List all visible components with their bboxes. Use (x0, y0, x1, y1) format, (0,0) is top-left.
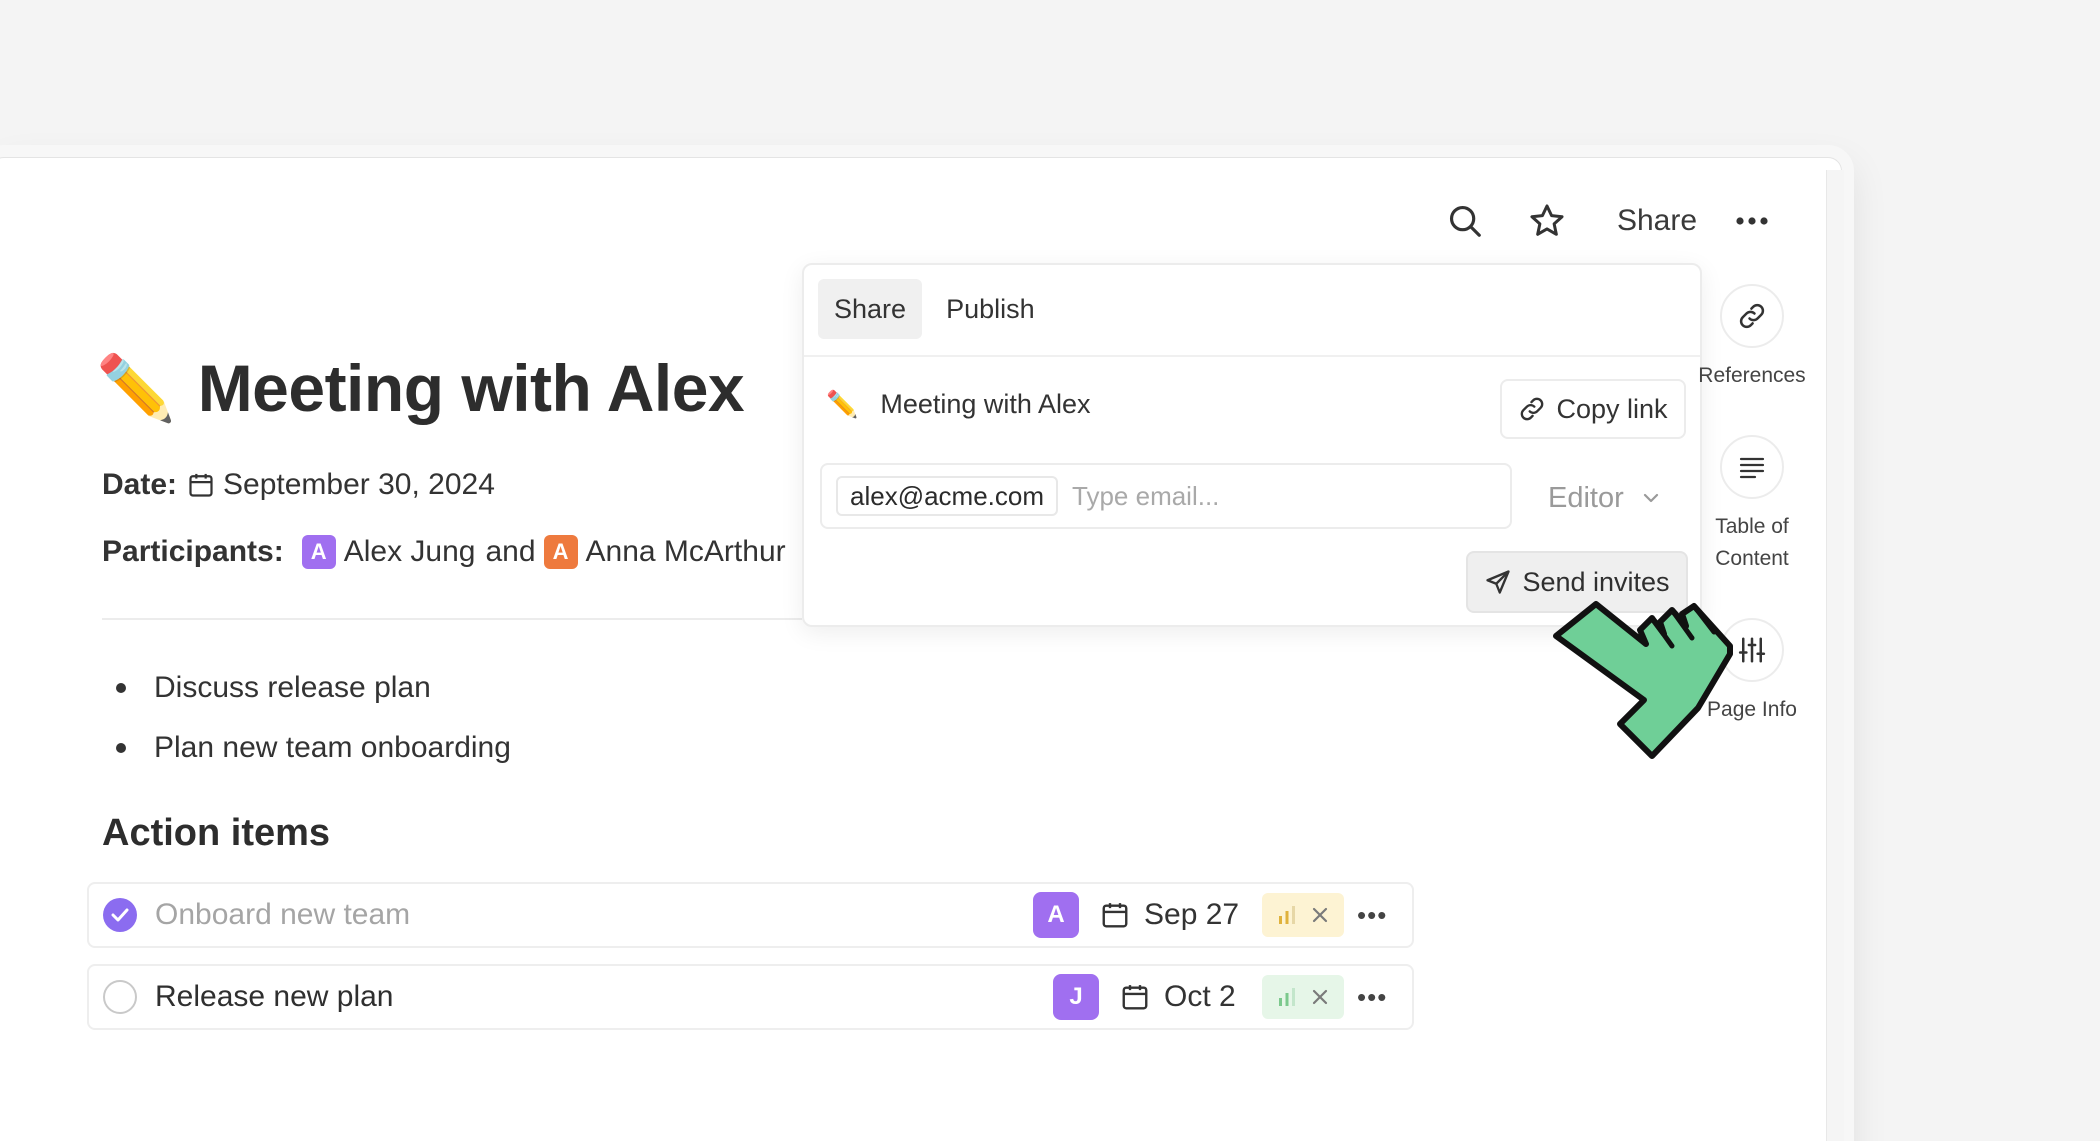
priority-bars-icon (1279, 988, 1295, 1006)
page-title: ✏️ Meeting with Alex (96, 350, 745, 426)
more-icon[interactable]: ••• (1357, 982, 1387, 1013)
chevron-down-icon (1643, 493, 1658, 503)
tab-share[interactable]: Share (818, 279, 923, 339)
avatar: A (543, 535, 578, 569)
page-info-label: Page Info (1707, 698, 1797, 721)
role-dropdown[interactable]: Editor (1548, 471, 1660, 525)
task-label[interactable]: Release new plan (155, 980, 394, 1014)
send-invites-label: Send invites (1522, 566, 1670, 597)
more-icon[interactable] (1727, 196, 1777, 246)
calendar-icon (1100, 900, 1130, 930)
link-icon (1521, 397, 1544, 421)
star-icon[interactable] (1522, 196, 1572, 246)
email-input[interactable] (1072, 480, 1493, 512)
checkbox-checked[interactable] (103, 898, 137, 932)
divider (102, 618, 802, 620)
tab-publish[interactable]: Publish (930, 279, 1051, 339)
participants-label: Participants: (102, 535, 284, 568)
search-icon[interactable] (1440, 196, 1490, 246)
priority-badge[interactable] (1262, 975, 1344, 1019)
more-icon[interactable]: ••• (1357, 900, 1387, 931)
priority-badge[interactable] (1262, 893, 1344, 937)
participant-name[interactable]: Alex Jung (344, 535, 476, 569)
references-button[interactable] (1720, 284, 1784, 348)
date-value[interactable]: September 30, 2024 (223, 468, 495, 502)
window-edge (1826, 170, 1844, 1141)
role-value: Editor (1548, 481, 1624, 514)
email-chip[interactable]: alex@acme.com (836, 476, 1059, 516)
calendar-icon (1120, 982, 1150, 1012)
table-of-content-label: Table of Content (1692, 511, 1812, 575)
share-button[interactable]: Share (1607, 196, 1707, 246)
link-icon (1739, 303, 1765, 329)
task-label[interactable]: Onboard new team (155, 898, 410, 932)
due-date[interactable]: Sep 27 (1144, 898, 1239, 932)
invite-email-field[interactable]: alex@acme.com (820, 463, 1512, 529)
calendar-icon (187, 471, 215, 499)
sliders-icon (1738, 637, 1766, 663)
popover-tabs: Share Publish (818, 279, 1051, 339)
pencil-emoji-icon: ✏️ (96, 352, 176, 424)
list-item[interactable]: Plan new team onboarding (112, 718, 511, 778)
close-icon[interactable] (1310, 987, 1330, 1007)
task-row[interactable]: Release new plan J Oct 2 ••• (87, 964, 1414, 1030)
shared-page-row: ✏️ Meeting with Alex (826, 389, 1090, 420)
bullet-list: Discuss release plan Plan new team onboa… (112, 658, 511, 778)
page-title-text[interactable]: Meeting with Alex (198, 350, 745, 426)
close-icon[interactable] (1310, 905, 1330, 925)
due-date[interactable]: Oct 2 (1164, 980, 1236, 1014)
screen: Share ✏️ Meeting with Alex Date: Septemb… (0, 0, 2100, 1141)
page-info-button[interactable] (1720, 618, 1784, 682)
participants-row: Participants: A Alex Jung and A Anna McA… (102, 535, 786, 569)
table-of-content-button[interactable] (1720, 435, 1784, 499)
copy-link-label: Copy link (1556, 393, 1668, 424)
participant-name[interactable]: Anna McArthur (586, 535, 786, 569)
toc-label-line: Content (1715, 547, 1789, 570)
text-lines-icon (1739, 457, 1765, 479)
task-row[interactable]: Onboard new team A Sep 27 ••• (87, 882, 1414, 948)
date-row: Date: September 30, 2024 (102, 468, 495, 502)
send-icon (1486, 570, 1511, 594)
share-popover: Share Publish ✏️ Meeting with Alex Copy … (802, 263, 1702, 627)
participants-conjunction: and (485, 535, 536, 568)
checkbox[interactable] (103, 980, 137, 1014)
copy-link-button[interactable]: Copy link (1500, 379, 1686, 439)
action-items-heading: Action items (102, 812, 331, 854)
priority-bars-icon (1279, 906, 1295, 924)
divider (804, 355, 1700, 357)
send-invites-button[interactable]: Send invites (1466, 551, 1688, 613)
shared-page-title: Meeting with Alex (880, 389, 1091, 419)
list-item[interactable]: Discuss release plan (112, 658, 511, 718)
pencil-emoji-icon: ✏️ (826, 389, 859, 419)
toc-label-line: Table of (1715, 515, 1789, 538)
references-label: References (1698, 364, 1806, 387)
avatar[interactable]: A (1033, 892, 1079, 938)
date-label: Date: (102, 468, 178, 501)
avatar[interactable]: J (1053, 974, 1099, 1020)
avatar: A (301, 535, 336, 569)
